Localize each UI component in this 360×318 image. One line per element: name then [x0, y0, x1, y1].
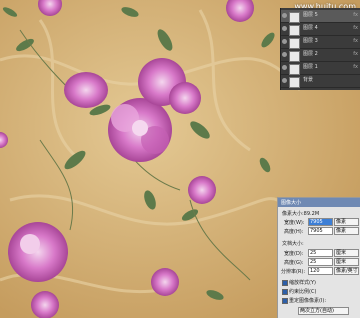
eye-icon[interactable] — [282, 13, 287, 18]
layer-row[interactable]: 图层 5 fx — [281, 10, 360, 23]
layer-fx-icon: fx — [353, 51, 358, 57]
flower-mid-right — [188, 176, 216, 204]
layer-name: 背景 — [303, 77, 314, 83]
layer-row[interactable]: 背景 — [281, 75, 360, 88]
doc-width-label: 宽度(D): — [284, 251, 304, 257]
layer-thumbnail — [289, 25, 300, 36]
layer-fx-icon: fx — [353, 25, 358, 31]
layer-row[interactable]: 图层 3 fx — [281, 36, 360, 49]
resolution-input[interactable]: 120 — [308, 267, 333, 275]
resample-label: 重定图像像素(I): — [289, 298, 327, 304]
constrain-label: 约束比例(C) — [289, 289, 317, 295]
layer-name: 图层 5 — [303, 12, 318, 18]
resample-method-select[interactable]: 两次立方(自动) — [298, 307, 349, 315]
doc-height-label: 高度(G): — [284, 260, 304, 266]
resolution-unit-select[interactable]: 像素/英寸 — [334, 267, 359, 275]
height-unit-select[interactable]: 像素 — [334, 227, 359, 235]
image-size-dialog: 图像大小 像素大小:89.2M 宽度(W): 7905 像素 高度(H): 79… — [277, 197, 360, 318]
flower-left — [64, 72, 108, 108]
layer-name: 图层 4 — [303, 25, 318, 31]
eye-icon[interactable] — [282, 65, 287, 70]
layer-name: 图层 2 — [303, 51, 318, 57]
width-label: 宽度(W): — [284, 220, 305, 226]
layer-fx-icon: fx — [353, 38, 358, 44]
pixel-dimensions-label: 像素大小:89.2M — [282, 211, 320, 217]
layer-row[interactable]: 图层 4 fx — [281, 23, 360, 36]
doc-height-unit-select[interactable]: 厘米 — [334, 258, 359, 266]
width-unit-select[interactable]: 像素 — [334, 218, 359, 226]
layer-name: 图层 3 — [303, 38, 318, 44]
layer-thumbnail — [289, 51, 300, 62]
layer-thumbnail — [289, 64, 300, 75]
layer-name: 图层 1 — [303, 64, 318, 70]
scale-styles-label: 缩放样式(Y) — [289, 280, 316, 286]
width-input[interactable]: 7905 — [308, 218, 333, 226]
eye-icon[interactable] — [282, 26, 287, 31]
height-input[interactable]: 7905 — [308, 227, 333, 235]
layer-thumbnail — [289, 38, 300, 49]
dialog-titlebar[interactable]: 图像大小 — [278, 198, 360, 207]
document-size-label: 文档大小: — [282, 241, 304, 247]
eye-icon[interactable] — [282, 78, 287, 83]
resolution-label: 分辨率(R): — [281, 269, 306, 275]
layer-row[interactable]: 图层 2 fx — [281, 49, 360, 62]
scale-styles-checkbox[interactable] — [282, 280, 288, 286]
layer-fx-icon: fx — [353, 12, 358, 18]
layer-row[interactable]: 图层 1 fx — [281, 62, 360, 75]
eye-icon[interactable] — [282, 52, 287, 57]
dialog-title: 图像大小 — [281, 200, 302, 206]
doc-width-unit-select[interactable]: 厘米 — [334, 249, 359, 257]
flower-large-center — [108, 98, 172, 162]
layers-panel: 图层 5 fx 图层 4 fx 图层 3 fx 图层 2 fx 图层 1 fx 背景 — [280, 8, 360, 90]
doc-width-input[interactable]: 25 — [308, 249, 333, 257]
resample-checkbox[interactable] — [282, 298, 288, 304]
height-label: 高度(H): — [284, 229, 304, 235]
layer-fx-icon: fx — [353, 64, 358, 70]
eye-icon[interactable] — [282, 39, 287, 44]
flower-bottom-left — [8, 222, 68, 282]
constrain-checkbox[interactable] — [282, 289, 288, 295]
layer-thumbnail — [289, 12, 300, 23]
layer-thumbnail — [289, 77, 300, 88]
doc-height-input[interactable]: 25 — [308, 258, 333, 266]
